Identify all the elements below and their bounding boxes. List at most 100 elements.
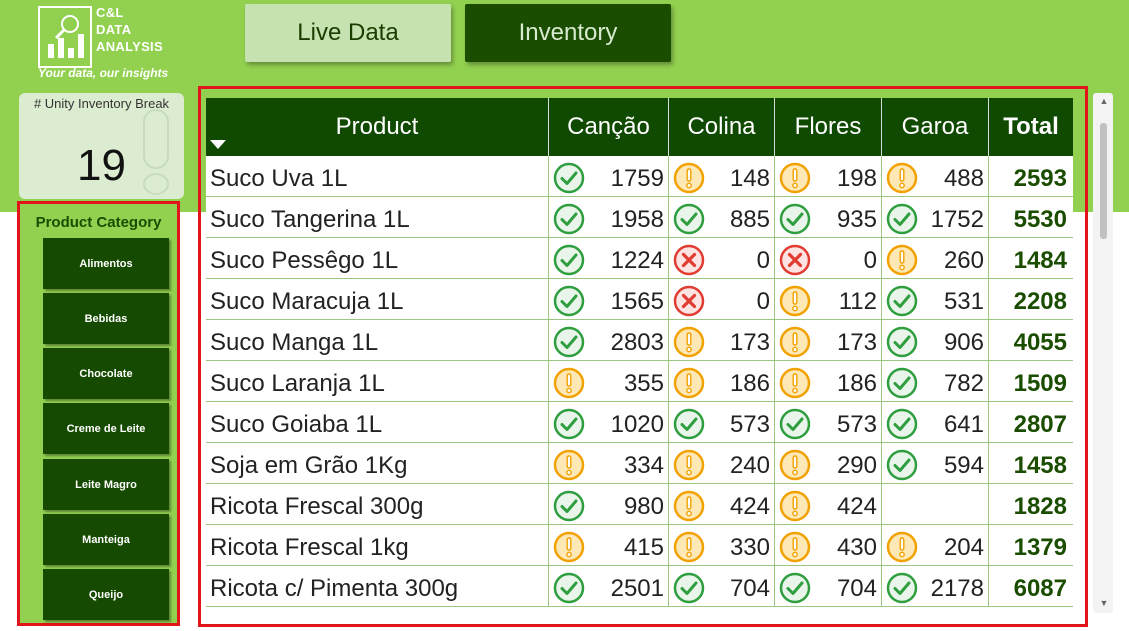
total-value: 1484	[1013, 247, 1067, 274]
stock-value: 531	[943, 288, 984, 315]
check-circle-icon	[553, 326, 585, 358]
stock-cell: 204	[882, 525, 989, 565]
slicer-item-leite-magro[interactable]: Leite Magro	[43, 459, 169, 510]
stock-value: 704	[836, 575, 877, 602]
table-row[interactable]: Suco Maracuja 1L 1565 0 112 531 2208	[206, 279, 1073, 320]
check-circle-icon	[553, 244, 585, 276]
check-circle-icon	[886, 572, 918, 604]
check-circle-icon	[779, 203, 811, 235]
stock-value: 260	[943, 247, 984, 274]
stock-cell: 1759	[549, 156, 669, 196]
stock-value: 186	[836, 370, 877, 397]
logo-slogan: Your data, our insights	[38, 66, 169, 80]
stock-cell: 704	[775, 566, 882, 606]
slicer-item-bebidas[interactable]: Bebidas	[43, 293, 169, 344]
logo-line-3: ANALYSIS	[96, 39, 163, 54]
table-row[interactable]: Suco Manga 1L 2803 173 173 906 4055	[206, 320, 1073, 361]
check-circle-icon	[553, 285, 585, 317]
slicer-item-manteiga[interactable]: Manteiga	[43, 514, 169, 565]
stock-value: 430	[836, 534, 877, 561]
product-name: Ricota Frescal 300g	[206, 484, 549, 524]
total-value: 4055	[1013, 329, 1067, 356]
table-row[interactable]: Ricota Frescal 1kg 415 330 430 204 1379	[206, 525, 1073, 566]
exclamation-circle-icon	[673, 367, 705, 399]
kpi-title: # Unity Inventory Break	[33, 96, 170, 111]
stock-value: 330	[729, 534, 770, 561]
logo-wordmark: C&L DATA ANALYSIS	[96, 4, 163, 55]
scroll-down-icon[interactable]: ▼	[1097, 598, 1111, 608]
header-colina[interactable]: Colina	[669, 98, 775, 156]
total-cell: 2208	[989, 279, 1073, 319]
exclamation-circle-icon	[779, 531, 811, 563]
exclamation-circle-icon	[779, 162, 811, 194]
header-garoa[interactable]: Garoa	[882, 98, 989, 156]
stock-cell: 186	[669, 361, 775, 401]
exclamation-circle-icon	[886, 531, 918, 563]
stock-cell: 641	[882, 402, 989, 442]
stock-cell: 2501	[549, 566, 669, 606]
matrix-header: Product Canção Colina Flores Garoa Total	[206, 98, 1073, 156]
total-value: 1509	[1013, 370, 1067, 397]
total-value: 2807	[1013, 411, 1067, 438]
table-row[interactable]: Suco Laranja 1L 355 186 186 782 1509	[206, 361, 1073, 402]
total-value: 1828	[1013, 493, 1067, 520]
tab-live-data[interactable]: Live Data	[245, 4, 451, 62]
stock-cell: 573	[775, 402, 882, 442]
slicer-item-queijo[interactable]: Queijo	[43, 569, 169, 620]
total-value: 2208	[1013, 288, 1067, 315]
slicer-item-chocolate[interactable]: Chocolate	[43, 348, 169, 399]
check-circle-icon	[779, 408, 811, 440]
slicer-item-creme-de-leite[interactable]: Creme de Leite	[43, 403, 169, 454]
stock-value: 424	[836, 493, 877, 520]
company-logo: C&L DATA ANALYSIS Your data, our insight…	[36, 4, 196, 84]
stock-cell: 782	[882, 361, 989, 401]
slicer-item-alimentos[interactable]: Alimentos	[43, 238, 169, 289]
product-category-slicer: Product Category Alimentos Bebidas Choco…	[17, 201, 180, 626]
table-row[interactable]: Suco Goiaba 1L 1020 573 573 641 2807	[206, 402, 1073, 443]
header-cancao[interactable]: Canção	[549, 98, 669, 156]
exclamation-circle-icon	[673, 449, 705, 481]
tab-inventory[interactable]: Inventory	[465, 4, 671, 62]
product-name: Suco Maracuja 1L	[206, 279, 549, 319]
table-row[interactable]: Soja em Grão 1Kg 334 240 290 594 1458	[206, 443, 1073, 484]
header-product[interactable]: Product	[206, 98, 549, 156]
stock-cell: 260	[882, 238, 989, 278]
scroll-up-icon[interactable]: ▲	[1097, 96, 1111, 106]
stock-value: 173	[836, 329, 877, 356]
stock-value: 1752	[930, 206, 984, 233]
table-row[interactable]: Ricota c/ Pimenta 300g 2501 704 704 2178 6087	[206, 566, 1073, 607]
stock-value: 906	[943, 329, 984, 356]
header-flores[interactable]: Flores	[775, 98, 882, 156]
header-total[interactable]: Total	[989, 98, 1073, 156]
table-row[interactable]: Suco Tangerina 1L 1958 885 935 1752 5530	[206, 197, 1073, 238]
stock-value: 0	[863, 247, 877, 274]
kpi-card-inventory-break: # Unity Inventory Break 19	[19, 93, 184, 199]
stock-value: 148	[729, 165, 770, 192]
x-circle-icon	[779, 244, 811, 276]
check-circle-icon	[673, 408, 705, 440]
stock-cell: 1752	[882, 197, 989, 237]
scrollbar-thumb[interactable]	[1100, 123, 1107, 239]
check-circle-icon	[886, 326, 918, 358]
table-row[interactable]: Ricota Frescal 300g 980 424 424 1828	[206, 484, 1073, 525]
product-name: Suco Laranja 1L	[206, 361, 549, 401]
sort-descending-icon[interactable]	[210, 140, 226, 149]
stock-cell: 2803	[549, 320, 669, 360]
stock-cell: 0	[669, 238, 775, 278]
stock-cell: 980	[549, 484, 669, 524]
stock-value: 573	[836, 411, 877, 438]
x-circle-icon	[673, 285, 705, 317]
total-cell: 1379	[989, 525, 1073, 565]
stock-value: 641	[943, 411, 984, 438]
total-cell: 2593	[989, 156, 1073, 196]
total-cell: 1458	[989, 443, 1073, 483]
kpi-value: 19	[77, 141, 126, 190]
stock-value: 415	[623, 534, 664, 561]
stock-cell: 173	[775, 320, 882, 360]
stock-value: 573	[729, 411, 770, 438]
exclamation-circle-icon	[553, 367, 585, 399]
table-row[interactable]: Suco Uva 1L 1759 148 198 488 2593	[206, 156, 1073, 197]
table-row[interactable]: Suco Pessêgo 1L 1224 0 0 260 1484	[206, 238, 1073, 279]
exclamation-circle-icon	[779, 285, 811, 317]
stock-cell: 1020	[549, 402, 669, 442]
